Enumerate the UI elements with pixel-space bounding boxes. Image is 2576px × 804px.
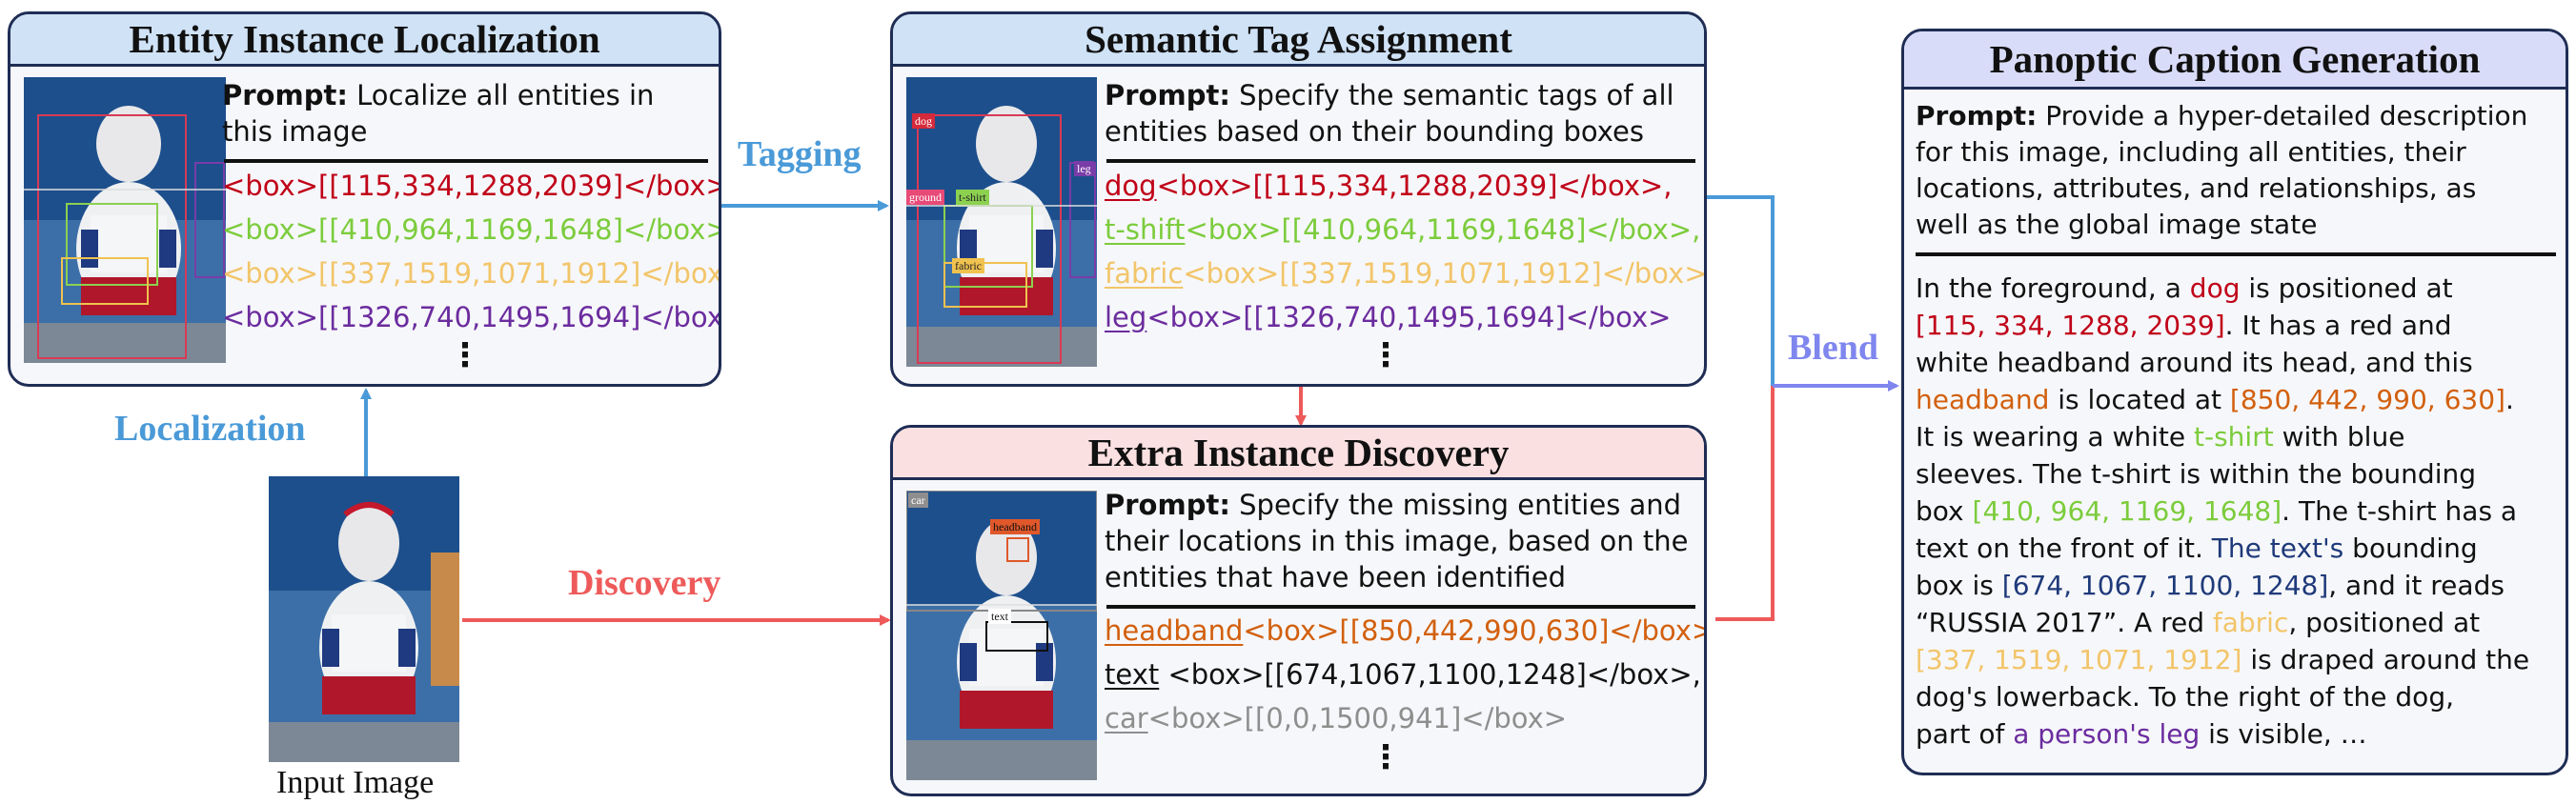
image-tag-tshirt: t-shirt bbox=[956, 190, 989, 205]
tag-line: leg<box>[[1326,740,1495,1694]</box> bbox=[1105, 301, 1671, 333]
tag-word: text bbox=[1105, 658, 1160, 691]
localization-title: Entity Instance Localization bbox=[10, 14, 719, 67]
prompt-label: Prompt: bbox=[222, 79, 348, 111]
image-tag-ground: ground bbox=[906, 190, 944, 205]
image-tag-car: car bbox=[908, 492, 928, 508]
discovery-line: text <box>[[674,1067,1100,1248]</box>, bbox=[1105, 658, 1701, 691]
caption-line: “RUSSIA 2017”. A red fabric, positioned … bbox=[1916, 607, 2481, 638]
prompt-label: Prompt: bbox=[1105, 489, 1230, 521]
tagging-to-blend-line bbox=[1706, 195, 1775, 386]
box-line: <box>[[337,1519,1071,1912]</box>, bbox=[222, 257, 721, 290]
prompt-text: well as the global image state bbox=[1916, 209, 2318, 240]
caption-line: sleeves. The t-shirt is within the bound… bbox=[1916, 458, 2476, 490]
tag-box: <box>[[0,0,1500,941]</box> bbox=[1147, 702, 1568, 734]
caption-line: box is [674, 1067, 1100, 1248], and it r… bbox=[1916, 570, 2505, 601]
tag-box: <box>[[1326,740,1495,1694]</box> bbox=[1146, 301, 1672, 333]
prompt-text: entities that have been identified bbox=[1105, 561, 1567, 593]
tag-word: headband bbox=[1105, 614, 1244, 647]
tag-box: <box>[[115,334,1288,2039]</box>, bbox=[1156, 170, 1673, 202]
localization-image bbox=[24, 77, 226, 363]
box-line: <box>[[410,964,1169,1648]</box>, bbox=[222, 213, 721, 246]
image-tag-headband: headband bbox=[990, 519, 1040, 534]
tag-word: fabric bbox=[1105, 257, 1184, 290]
box-line: <box>[[1326,740,1495,1694]</box> bbox=[222, 301, 721, 333]
caption-line: In the foreground, a dog is positioned a… bbox=[1916, 272, 2453, 304]
prompt-divider bbox=[1916, 252, 2556, 256]
prompt-divider bbox=[1106, 605, 1695, 609]
tag-box: <box>[[337,1519,1071,1912]</box>, bbox=[1183, 257, 1707, 290]
discovery-line: headband<box>[[850,442,990,630]</box>, bbox=[1105, 614, 1707, 647]
input-image bbox=[269, 476, 459, 762]
caption-prompt: Prompt: Provide a hyper-detailed descrip… bbox=[1916, 98, 2564, 243]
prompt-text: locations, attributes, and relationships… bbox=[1916, 172, 2477, 204]
discovery-panel: Extra Instance Discovery car headband te… bbox=[890, 425, 1707, 796]
discovery-line: car<box>[[0,0,1500,941]</box> bbox=[1105, 702, 1567, 734]
prompt-text: Specify the semantic tags of all bbox=[1239, 79, 1674, 111]
localization-label: Localization bbox=[114, 409, 306, 449]
discovery-image: car headband text bbox=[906, 491, 1097, 780]
caption-line: [115, 334, 1288, 2039]. It has a red and bbox=[1916, 310, 2452, 341]
tag-word: dog bbox=[1105, 170, 1157, 202]
caption-line: dog's lowerback. To the right of the dog… bbox=[1916, 681, 2454, 713]
prompt-text: Specify the missing entities and bbox=[1239, 489, 1682, 521]
prompt-divider bbox=[224, 159, 708, 163]
caption-line: white headband around its head, and this bbox=[1916, 347, 2473, 378]
image-tag-fabric: fabric bbox=[952, 258, 984, 273]
caption-panel: Panoptic Caption Generation Prompt: Prov… bbox=[1901, 29, 2568, 775]
ellipsis: ⋮ bbox=[449, 336, 481, 374]
tagging-image: dog ground t-shirt leg fabric bbox=[906, 77, 1097, 367]
tag-line: fabric<box>[[337,1519,1071,1912]</box>, bbox=[1105, 257, 1707, 290]
localization-prompt: Prompt: Localize all entities in this im… bbox=[222, 77, 708, 150]
ellipsis: ⋮ bbox=[1369, 336, 1402, 374]
prompt-divider bbox=[1106, 159, 1695, 163]
box-line: <box>[[115,334,1288,2039]</box>, bbox=[222, 170, 721, 202]
prompt-text: this image bbox=[222, 115, 368, 148]
caption-line: [337, 1519, 1071, 1912] is draped around… bbox=[1916, 644, 2530, 675]
tagging-label: Tagging bbox=[738, 134, 862, 174]
tagging-prompt: Prompt: Specify the semantic tags of all… bbox=[1105, 77, 1695, 150]
prompt-text: for this image, including all entities, … bbox=[1916, 136, 2466, 168]
discovery-label: Discovery bbox=[568, 563, 721, 603]
prompt-label: Prompt: bbox=[1916, 100, 2038, 131]
input-image-label: Input Image bbox=[276, 765, 435, 800]
caption-line: It is wearing a white t-shirt with blue bbox=[1916, 421, 2405, 452]
prompt-text: their locations in this image, based on … bbox=[1105, 525, 1689, 557]
tag-word: leg bbox=[1105, 301, 1147, 333]
localization-panel: Entity Instance Localization Prompt: Loc… bbox=[8, 11, 721, 387]
blend-label: Blend bbox=[1788, 328, 1879, 368]
prompt-text: Provide a hyper-detailed description bbox=[2045, 100, 2528, 131]
tag-line: t-shift<box>[[410,964,1169,1648]</box>, bbox=[1105, 213, 1700, 246]
tag-box: <box>[[850,442,990,630]</box>, bbox=[1243, 614, 1707, 647]
discovery-title: Extra Instance Discovery bbox=[893, 428, 1704, 480]
tag-word: car bbox=[1105, 702, 1148, 734]
image-tag-leg: leg bbox=[1074, 161, 1094, 176]
prompt-text: Localize all entities in bbox=[356, 79, 655, 111]
ellipsis: ⋮ bbox=[1369, 738, 1402, 776]
discovery-prompt: Prompt: Specify the missing entities and… bbox=[1105, 487, 1695, 595]
caption-line: text on the front of it. The text's boun… bbox=[1916, 533, 2478, 564]
tagging-title: Semantic Tag Assignment bbox=[893, 14, 1704, 67]
tag-line: dog<box>[[115,334,1288,2039]</box>, bbox=[1105, 170, 1673, 202]
caption-title: Panoptic Caption Generation bbox=[1904, 31, 2566, 90]
prompt-label: Prompt: bbox=[1105, 79, 1230, 111]
tag-box: <box>[[410,964,1169,1648]</box>, bbox=[1185, 213, 1701, 246]
tag-word: t-shift bbox=[1105, 213, 1186, 246]
caption-line: headband is located at [850, 442, 990, 6… bbox=[1916, 384, 2514, 415]
image-tag-dog: dog bbox=[912, 113, 935, 129]
caption-line: box [410, 964, 1169, 1648]. The t-shirt … bbox=[1916, 495, 2518, 527]
image-tag-text: text bbox=[988, 609, 1011, 624]
tagging-panel: Semantic Tag Assignment dog ground t-shi… bbox=[890, 11, 1707, 387]
prompt-text: entities based on their bounding boxes bbox=[1105, 115, 1644, 148]
tag-box: <box>[[674,1067,1100,1248]</box>, bbox=[1159, 658, 1701, 691]
caption-line: part of a person's leg is visible, … bbox=[1916, 718, 2367, 750]
discovery-to-blend-line bbox=[1715, 386, 1775, 621]
